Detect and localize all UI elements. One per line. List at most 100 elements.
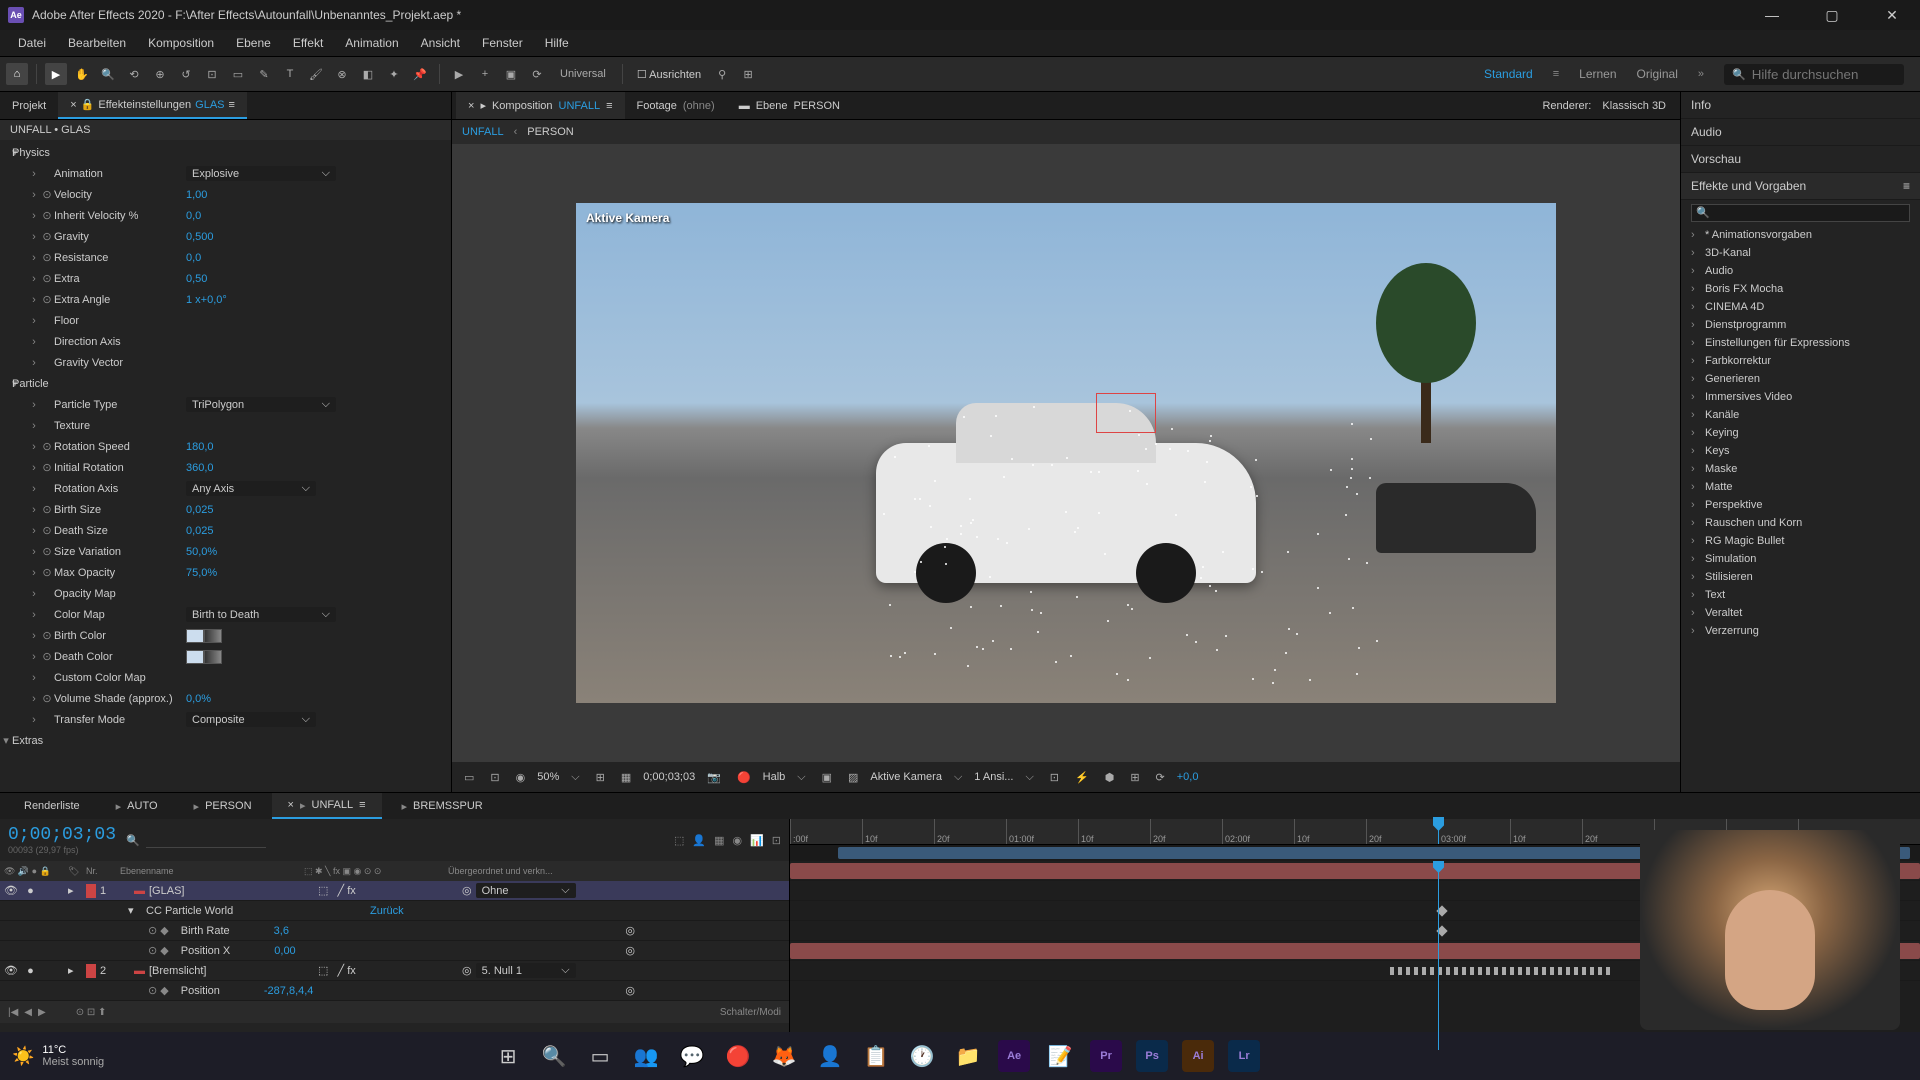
- effect-cat-farbkorrektur[interactable]: Farbkorrektur: [1681, 352, 1920, 370]
- panel-audio[interactable]: Audio: [1681, 119, 1920, 146]
- prop-custom-color-map[interactable]: ›Custom Color Map: [0, 667, 451, 688]
- taskbar-tasks[interactable]: ▭: [580, 1036, 620, 1076]
- taskbar-whatsapp[interactable]: 💬: [672, 1036, 712, 1076]
- layer-row[interactable]: 👁 ● ▸1▬[GLAS]⬚ ╱ fx◎ Ohne⌵: [0, 881, 789, 901]
- prop-resistance[interactable]: ›⊙Resistance0,0: [0, 247, 451, 268]
- prop-transfer-mode[interactable]: ›Transfer ModeComposite⌵: [0, 709, 451, 730]
- prop-gravity[interactable]: ›⊙Gravity0,500: [0, 226, 451, 247]
- prop-rotation-axis[interactable]: ›Rotation AxisAny Axis⌵: [0, 478, 451, 499]
- res-dd-icon[interactable]: ⌵: [793, 769, 809, 786]
- taskbar-ae[interactable]: Ae: [994, 1036, 1034, 1076]
- prop-texture[interactable]: ›Texture: [0, 415, 451, 436]
- panel-info[interactable]: Info: [1681, 92, 1920, 119]
- snapshot-icon[interactable]: 📷: [703, 769, 725, 786]
- resolution-dd[interactable]: Halb: [763, 771, 786, 783]
- clone-tool[interactable]: ⊗: [331, 63, 353, 85]
- timeline-icon[interactable]: ⊞: [1126, 769, 1143, 786]
- taskbar-ps[interactable]: Ps: [1132, 1036, 1172, 1076]
- play-icon[interactable]: ▶: [38, 1007, 46, 1018]
- prop-color-map[interactable]: ›Color MapBirth to Death⌵: [0, 604, 451, 625]
- motion-blur-icon[interactable]: ◉: [732, 834, 742, 847]
- snap-label[interactable]: Ausrichten: [649, 69, 701, 81]
- viewer-timecode[interactable]: 0;00;03;03: [643, 771, 695, 783]
- effect-cat-cinema-d[interactable]: CINEMA 4D: [1681, 298, 1920, 316]
- mask-tool[interactable]: ▭: [227, 63, 249, 85]
- switches-mode[interactable]: Schalter/Modi: [720, 1007, 781, 1018]
- prev-frame-icon[interactable]: ◀: [24, 1007, 32, 1018]
- workspace-standard[interactable]: Standard: [1484, 67, 1533, 81]
- timeline-timecode[interactable]: 0;00;03;03: [8, 825, 116, 845]
- frame-blend-icon[interactable]: ▦: [714, 834, 724, 847]
- effect-cat-einstellungen-f-r-expressions[interactable]: Einstellungen für Expressions: [1681, 334, 1920, 352]
- menu-ebene[interactable]: Ebene: [226, 33, 281, 53]
- prop-extra[interactable]: ›⊙Extra0,50: [0, 268, 451, 289]
- tab-composition[interactable]: × ▸ Komposition UNFALL ≡: [456, 92, 625, 119]
- tab-footage[interactable]: Footage (ohne): [625, 92, 727, 119]
- views-dd[interactable]: 1 Ansi...: [974, 771, 1013, 783]
- menu-datei[interactable]: Datei: [8, 33, 56, 53]
- playhead-line[interactable]: [1438, 861, 1439, 1050]
- refresh-icon[interactable]: ⟳: [1152, 769, 1169, 786]
- effect-cat-keying[interactable]: Keying: [1681, 424, 1920, 442]
- prop-gravity-vector[interactable]: ›Gravity Vector: [0, 352, 451, 373]
- effect-cat-rg-magic-bullet[interactable]: RG Magic Bullet: [1681, 532, 1920, 550]
- menu-komposition[interactable]: Komposition: [138, 33, 224, 53]
- transparency-icon[interactable]: ▨: [844, 769, 862, 786]
- menu-bearbeiten[interactable]: Bearbeiten: [58, 33, 136, 53]
- close-icon[interactable]: ×: [468, 100, 474, 112]
- taskbar-clock[interactable]: 🕐: [902, 1036, 942, 1076]
- layer-search-input[interactable]: [146, 832, 266, 848]
- prop-group-extras[interactable]: ▾Extras: [0, 730, 451, 751]
- maximize-button[interactable]: ▢: [1812, 7, 1852, 24]
- eraser-tool[interactable]: ◧: [357, 63, 379, 85]
- axis-tool[interactable]: ▶: [448, 63, 470, 85]
- shy-icon[interactable]: 👤: [692, 834, 706, 847]
- effect-cat-generieren[interactable]: Generieren: [1681, 370, 1920, 388]
- pen-tool[interactable]: ✎: [253, 63, 275, 85]
- panel-menu-icon[interactable]: ≡: [606, 100, 612, 112]
- playhead[interactable]: [1438, 819, 1439, 844]
- panel-effects-presets[interactable]: Effekte und Vorgaben ≡: [1681, 173, 1920, 200]
- prop-size-variation[interactable]: ›⊙Size Variation50,0%: [0, 541, 451, 562]
- snap-grid-icon[interactable]: ⊞: [737, 63, 759, 85]
- snap-opt-icon[interactable]: ⚲: [711, 63, 733, 85]
- zoom-dd-icon[interactable]: ⌵: [567, 769, 583, 786]
- tab-project[interactable]: Projekt: [0, 92, 58, 119]
- prop-volume-shade-approx-[interactable]: ›⊙Volume Shade (approx.)0,0%: [0, 688, 451, 709]
- channel-icon[interactable]: 🔴: [733, 769, 755, 786]
- effect-cat-boris-fx-mocha[interactable]: Boris FX Mocha: [1681, 280, 1920, 298]
- home-tool[interactable]: ⌂: [6, 63, 28, 85]
- prop-animation[interactable]: ›AnimationExplosive⌵: [0, 163, 451, 184]
- effect-cat-text[interactable]: Text: [1681, 586, 1920, 604]
- layer-row[interactable]: ▾CC Particle WorldZurück: [0, 901, 789, 921]
- camera-tool[interactable]: ↺: [175, 63, 197, 85]
- puppet-tool[interactable]: 📌: [409, 63, 431, 85]
- layer-row[interactable]: ⊙ ◆Position-287,8,4,4◎: [0, 981, 789, 1001]
- alpha-icon[interactable]: ⊡: [486, 769, 503, 786]
- menu-hilfe[interactable]: Hilfe: [535, 33, 579, 53]
- effect-cat-perspektive[interactable]: Perspektive: [1681, 496, 1920, 514]
- workspace-menu-icon[interactable]: ≡: [1553, 68, 1559, 80]
- orbit-tool[interactable]: ⟲: [123, 63, 145, 85]
- effect-cat-maske[interactable]: Maske: [1681, 460, 1920, 478]
- workspace-original[interactable]: Original: [1637, 67, 1678, 81]
- menu-ansicht[interactable]: Ansicht: [411, 33, 470, 53]
- timeline-tab-renderliste[interactable]: Renderliste: [8, 793, 96, 819]
- taskbar-opera[interactable]: 🔴: [718, 1036, 758, 1076]
- mask-icon[interactable]: ◉: [512, 769, 530, 786]
- timeline-tab-bremsspur[interactable]: ▸ BREMSSPUR: [386, 793, 499, 819]
- fast-icon[interactable]: ⚡: [1071, 769, 1093, 786]
- close-button[interactable]: ✕: [1872, 7, 1912, 24]
- prop-particle-type[interactable]: ›Particle TypeTriPolygon⌵: [0, 394, 451, 415]
- effect-cat-dienstprogramm[interactable]: Dienstprogramm: [1681, 316, 1920, 334]
- effect-cat-kan-le[interactable]: Kanäle: [1681, 406, 1920, 424]
- effect-cat--d-kanal[interactable]: 3D-Kanal: [1681, 244, 1920, 262]
- layer-row[interactable]: 👁 ● ▸2▬[Bremslicht]⬚ ╱ fx◎ 5. Null 1⌵: [0, 961, 789, 981]
- tab-layer[interactable]: ▬ Ebene PERSON: [727, 92, 852, 119]
- prop-group-particle[interactable]: ▾Particle: [0, 373, 451, 394]
- rotate-tool[interactable]: ⊕: [149, 63, 171, 85]
- layer-row[interactable]: ⊙ ◆Birth Rate3,6◎: [0, 921, 789, 941]
- add-tool[interactable]: +: [474, 63, 496, 85]
- taskbar-search[interactable]: 🔍: [534, 1036, 574, 1076]
- panel-menu-icon[interactable]: ≡: [229, 99, 235, 111]
